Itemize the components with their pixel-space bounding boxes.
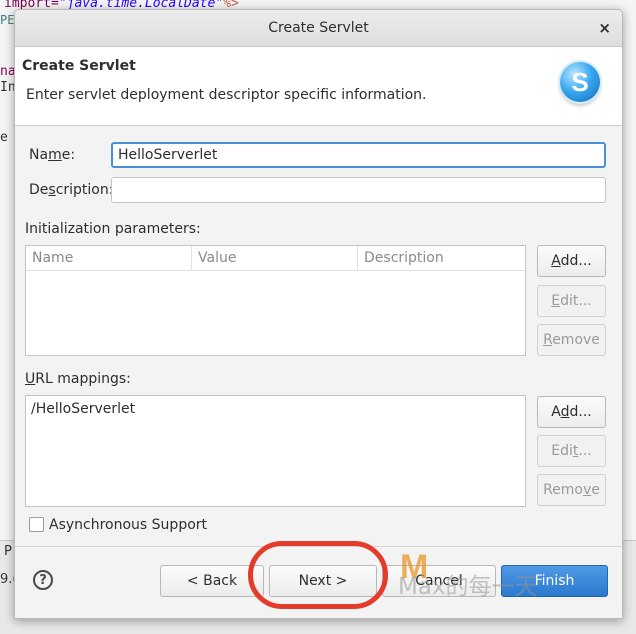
column-divider xyxy=(191,246,192,270)
code-line-5: e xyxy=(0,130,8,145)
watermark-text: Max的每一天 xyxy=(398,574,538,600)
description-input[interactable] xyxy=(111,177,606,203)
help-icon[interactable]: ? xyxy=(33,570,53,590)
wizard-page-description: Enter servlet deployment descriptor spec… xyxy=(26,87,427,103)
name-input[interactable]: HelloServerlet xyxy=(111,142,606,168)
init-params-remove-button[interactable]: Remove xyxy=(537,324,606,356)
close-icon[interactable]: × xyxy=(598,19,611,37)
url-mappings-edit-button[interactable]: Edit... xyxy=(537,435,606,467)
column-header-description[interactable]: Description xyxy=(364,250,444,266)
url-mapping-item[interactable]: /HelloServerlet xyxy=(31,401,135,417)
description-label: Description: xyxy=(29,182,114,198)
wizard-page-title: Create Servlet xyxy=(22,58,136,74)
column-divider xyxy=(357,246,358,270)
column-header-name[interactable]: Name xyxy=(32,250,73,266)
init-params-label: Initialization parameters: xyxy=(25,221,201,237)
init-params-add-button[interactable]: Add... xyxy=(537,245,606,277)
dialog-title: Create Servlet xyxy=(268,20,369,36)
highlight-annotation-ring xyxy=(248,541,388,609)
name-label: Name: xyxy=(29,147,76,163)
bottom-panel-text-1: P xyxy=(4,544,12,559)
url-mappings-add-button[interactable]: Add... xyxy=(537,396,606,428)
column-header-value[interactable]: Value xyxy=(198,250,236,266)
create-servlet-dialog: Create Servlet × Create Servlet Enter se… xyxy=(14,9,623,619)
code-line-2: PE xyxy=(0,13,15,27)
wizard-header: Create Servlet Enter servlet deployment … xyxy=(15,47,622,126)
dialog-titlebar[interactable]: Create Servlet × xyxy=(15,10,622,47)
async-support-label[interactable]: Asynchronous Support xyxy=(49,517,207,533)
servlet-logo-icon: S xyxy=(560,62,600,102)
url-mappings-label: URL mappings: xyxy=(25,371,131,387)
init-params-table[interactable]: Name Value Description xyxy=(25,245,526,356)
async-support-checkbox[interactable] xyxy=(29,517,44,532)
init-params-edit-button[interactable]: Edit... xyxy=(537,285,606,317)
init-params-table-header: Name Value Description xyxy=(26,246,525,271)
url-mappings-list[interactable]: /HelloServerlet xyxy=(25,395,526,507)
url-mappings-remove-button[interactable]: Remove xyxy=(537,474,606,506)
